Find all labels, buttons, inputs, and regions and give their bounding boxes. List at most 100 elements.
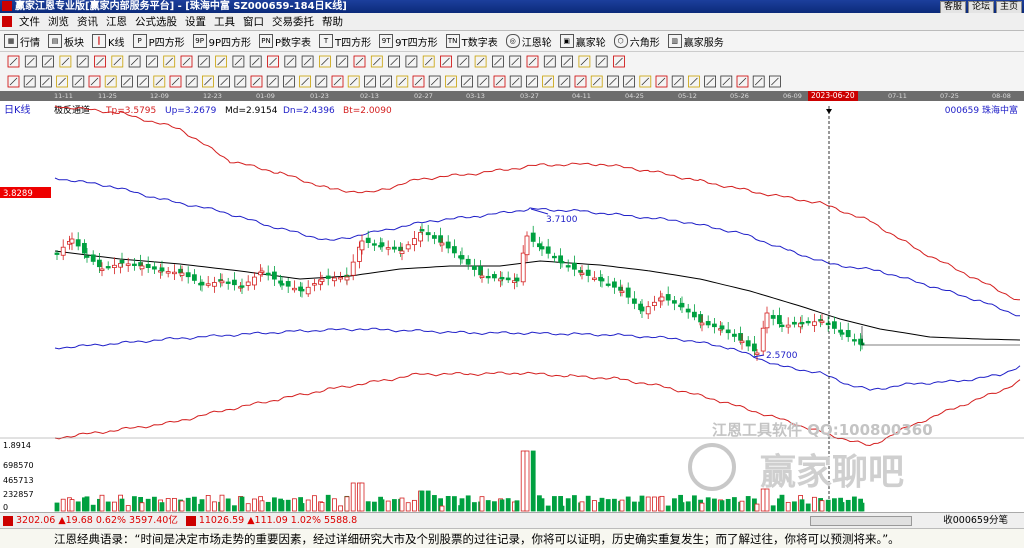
tool-icon[interactable] [405, 55, 418, 68]
tool-icon[interactable] [180, 55, 193, 68]
tool-icon[interactable] [347, 75, 360, 88]
menu-formula[interactable]: 公式选股 [131, 14, 181, 29]
tool-icon[interactable] [215, 55, 228, 68]
tool-icon[interactable] [370, 55, 383, 68]
tool-icon[interactable] [185, 75, 198, 88]
menu-browse[interactable]: 浏览 [44, 14, 73, 29]
menu-info[interactable]: 资讯 [73, 14, 102, 29]
tool-icon[interactable] [543, 55, 556, 68]
p-square-button[interactable]: P P四方形 [129, 32, 189, 50]
tool-icon[interactable] [267, 55, 279, 68]
tool-icon[interactable] [561, 55, 573, 68]
tool-icon[interactable] [444, 75, 457, 88]
tool-icon[interactable] [363, 75, 376, 88]
tool-icon[interactable] [671, 75, 684, 88]
tool-icon[interactable] [578, 55, 591, 68]
tool-icon[interactable] [163, 55, 176, 68]
tool-icon[interactable] [422, 55, 435, 68]
tool-icon[interactable] [331, 75, 344, 88]
tool-icon[interactable] [137, 75, 150, 88]
tool-icon[interactable] [380, 75, 393, 88]
tool-icon[interactable] [23, 75, 36, 88]
tool-icon[interactable] [639, 75, 652, 88]
tool-icon[interactable] [128, 55, 141, 68]
tool-icon[interactable] [607, 75, 619, 88]
tool-icon[interactable] [655, 75, 668, 88]
tool-icon[interactable] [121, 75, 133, 88]
tool-icon[interactable] [42, 55, 54, 68]
tool-icon[interactable] [336, 55, 349, 68]
tool-icon[interactable] [56, 75, 68, 88]
tool-icon[interactable] [40, 75, 52, 88]
tool-icon[interactable] [201, 75, 214, 88]
t-table-button[interactable]: TN T数字表 [442, 32, 502, 50]
tool-icon[interactable] [284, 55, 297, 68]
tool-icon[interactable] [299, 75, 312, 88]
tool-icon[interactable] [94, 55, 106, 68]
tool-icon[interactable] [104, 75, 117, 88]
tool-icon[interactable] [752, 75, 765, 88]
tool-icon[interactable] [590, 75, 603, 88]
tool-icon[interactable] [301, 55, 314, 68]
tool-icon[interactable] [491, 55, 504, 68]
tool-icon[interactable] [169, 75, 182, 88]
tool-icon[interactable] [72, 75, 85, 88]
tool-icon[interactable] [232, 55, 245, 68]
9p-square-button[interactable]: 9P 9P四方形 [189, 32, 255, 50]
tool-icon[interactable] [318, 55, 331, 68]
tool-icon[interactable] [704, 75, 716, 88]
tool-icon[interactable] [59, 55, 72, 68]
tool-icon[interactable] [574, 75, 587, 88]
horizontal-scrollbar[interactable] [810, 516, 912, 526]
winner-service-button[interactable]: ▥ 赢家服务 [664, 32, 728, 50]
tool-icon[interactable] [509, 75, 522, 88]
tool-icon[interactable] [542, 75, 554, 88]
drawing-tools-icons[interactable] [0, 52, 1024, 72]
tool-icon[interactable] [282, 75, 295, 88]
menu-trade[interactable]: 交易委托 [268, 14, 318, 29]
tool-icon[interactable] [558, 75, 571, 88]
tool-icon[interactable] [145, 55, 158, 68]
tool-icon[interactable] [461, 75, 474, 88]
menu-window[interactable]: 窗口 [239, 14, 268, 29]
menu-tools[interactable]: 工具 [210, 14, 239, 29]
tool-icon[interactable] [526, 55, 539, 68]
t-square-button[interactable]: T T四方形 [315, 32, 375, 50]
tool-icon[interactable] [197, 55, 210, 68]
tool-icon[interactable] [736, 75, 749, 88]
kline-chart[interactable]: 日K线 极反通道 Tp=3.5795 Up=3.2679 Md=2.9154 D… [0, 101, 1024, 512]
tool-icon[interactable] [623, 75, 635, 88]
tool-icon[interactable] [218, 75, 231, 88]
tool-icon[interactable] [769, 75, 781, 88]
tool-icon[interactable] [153, 75, 166, 88]
hexagon-button[interactable]: ⬡ 六角形 [610, 32, 664, 50]
tool-icon[interactable] [7, 75, 20, 88]
tool-icon[interactable] [477, 75, 490, 88]
tool-icon[interactable] [234, 75, 247, 88]
tool-icon[interactable] [688, 75, 700, 88]
tool-icon[interactable] [388, 55, 401, 68]
tool-icon[interactable] [353, 55, 366, 68]
tool-icon[interactable] [474, 55, 487, 68]
tool-icon[interactable] [266, 75, 279, 88]
tool-icon[interactable] [457, 55, 470, 68]
gann-wheel-button[interactable]: ◎ 江恩轮 [502, 32, 556, 50]
menu-gann[interactable]: 江恩 [102, 14, 131, 29]
tool-icon[interactable] [720, 75, 733, 88]
tool-icon[interactable] [315, 75, 328, 88]
tool-icon[interactable] [526, 75, 538, 88]
tool-icon[interactable] [250, 75, 263, 88]
9t-square-button[interactable]: 9T 9T四方形 [375, 32, 441, 50]
tool-icon[interactable] [493, 75, 506, 88]
tool-icon[interactable] [595, 55, 608, 68]
tool-icon[interactable] [76, 55, 89, 68]
tool-icon[interactable] [440, 55, 452, 68]
menu-file[interactable]: 文件 [15, 14, 44, 29]
quote-button[interactable]: ▦ 行情 [0, 32, 44, 50]
analysis-tools-icons[interactable] [0, 72, 1024, 92]
tool-icon[interactable] [249, 55, 262, 68]
tool-icon[interactable] [428, 75, 441, 88]
tool-icon[interactable] [396, 75, 409, 88]
tool-icon[interactable] [24, 55, 37, 68]
tool-icon[interactable] [88, 75, 101, 88]
